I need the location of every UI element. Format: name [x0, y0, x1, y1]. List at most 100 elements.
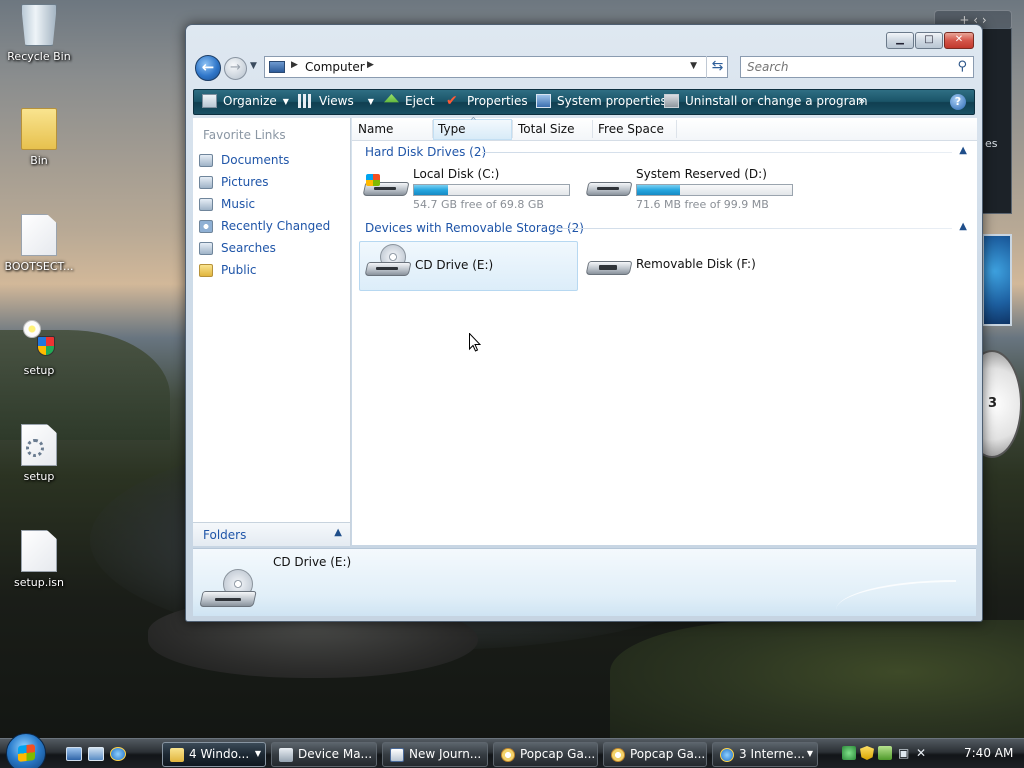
chevron-up-icon: ▲ — [334, 527, 342, 538]
desktop-icon-setup-exe[interactable]: setup — [1, 318, 77, 377]
desktop-icon-recycle-bin[interactable]: Recycle Bin — [1, 4, 77, 63]
uninstall-program-label: Uninstall or change a program — [685, 94, 868, 108]
internet-explorer-icon[interactable] — [110, 747, 126, 761]
eject-button[interactable]: Eject — [384, 94, 435, 108]
security-shield-icon[interactable] — [860, 746, 874, 760]
back-button[interactable]: ← — [195, 55, 221, 81]
folder-icon — [21, 108, 57, 150]
column-header-total-size[interactable]: Total Size — [518, 122, 574, 136]
explorer-window[interactable]: ▁ □ ✕ ← → ▼ ▶ Computer ▶ ▼ ⇆ ⚲ Organize ▼… — [185, 24, 983, 622]
taskbar-button-internet-explorer[interactable]: 3 Interne... ▼ — [712, 742, 818, 767]
clock-gadget-digit: 3 — [988, 396, 998, 411]
group-header-removable-storage[interactable]: Devices with Removable Storage (2) — [365, 221, 584, 235]
search-icon[interactable]: ⚲ — [957, 59, 967, 74]
desktop-icon-label: BOOTSECT... — [4, 260, 74, 273]
network-connection-icon[interactable]: ▣ — [898, 746, 912, 760]
forward-button[interactable]: → — [224, 57, 247, 80]
desktop-icon-setup-isn[interactable]: setup.isn — [1, 530, 77, 589]
views-icon — [298, 94, 313, 108]
help-icon[interactable]: ? — [950, 94, 966, 110]
taskbar: 4 Windo... ▼ Device Ma... New Journ... P… — [0, 733, 1024, 768]
back-arrow-icon: ← — [201, 58, 215, 76]
start-button[interactable] — [6, 733, 46, 768]
group-header-hard-disk-drives[interactable]: Hard Disk Drives (2) — [365, 145, 486, 159]
breadcrumb-chevron-icon[interactable]: ▶ — [367, 60, 374, 70]
checkmark-icon: ✔ — [446, 93, 458, 109]
desktop-icon-label: setup.isn — [13, 576, 65, 589]
column-header-type[interactable]: Type — [438, 122, 466, 136]
command-bar: Organize ▼ Views ▼ Eject ✔ Properties Syst… — [193, 89, 975, 115]
organize-button[interactable]: Organize ▼ — [202, 94, 289, 108]
show-desktop-icon[interactable] — [66, 747, 82, 761]
documents-icon — [199, 153, 213, 167]
nav-link-public[interactable]: Public — [199, 261, 257, 279]
taskbar-clock[interactable]: 7:40 AM — [964, 746, 1013, 760]
address-dropdown-icon[interactable]: ▼ — [690, 61, 697, 71]
system-properties-button[interactable]: System properties — [536, 94, 667, 108]
refresh-button[interactable]: ⇆ — [706, 56, 728, 78]
drive-usage-fill — [414, 185, 449, 195]
taskbar-button-label: 3 Interne... — [739, 747, 805, 761]
caption-buttons: ▁ □ ✕ — [885, 32, 974, 49]
windows-update-icon[interactable] — [878, 746, 892, 760]
properties-button[interactable]: ✔ Properties — [446, 94, 528, 108]
close-button[interactable]: ✕ — [944, 32, 974, 49]
collapse-group-icon[interactable]: ▲ — [959, 221, 967, 232]
column-header-free-space[interactable]: Free Space — [598, 122, 664, 136]
desktop-icon-setup-config[interactable]: setup — [1, 424, 77, 483]
nav-link-searches[interactable]: Searches — [199, 239, 276, 257]
forward-arrow-icon: → — [230, 60, 241, 75]
network-status-icon[interactable] — [842, 746, 856, 760]
taskbar-button-device-manager[interactable]: Device Ma... — [271, 742, 377, 767]
taskbar-button-journal[interactable]: New Journ... — [382, 742, 488, 767]
folders-toggle[interactable]: Folders ▲ — [193, 522, 351, 546]
uninstall-program-button[interactable]: Uninstall or change a program — [664, 94, 868, 108]
desktop-icon-bin-folder[interactable]: Bin — [1, 108, 77, 167]
search-box[interactable]: ⚲ — [740, 56, 974, 78]
taskbar-button-label: 4 Windo... — [189, 747, 250, 761]
views-button[interactable]: Views ▼ — [298, 94, 374, 108]
breadcrumb-computer[interactable]: Computer — [305, 60, 365, 74]
system-properties-icon — [536, 94, 551, 108]
hard-drive-icon — [362, 174, 410, 200]
drive-system-reserved-d[interactable]: System Reserved (D:) 71.6 MB free of 99.… — [581, 162, 797, 212]
organize-label: Organize — [223, 94, 277, 108]
details-decoration — [836, 580, 956, 610]
sort-caret-icon: ^ — [470, 116, 477, 125]
maximize-button[interactable]: □ — [915, 32, 943, 49]
desktop-icon-label: Recycle Bin — [7, 50, 71, 63]
taskbar-button-label: Device Ma... — [298, 747, 373, 761]
address-bar[interactable]: ▶ Computer ▶ ▼ — [264, 56, 728, 78]
chevron-down-icon: ▼ — [254, 749, 261, 758]
more-commands-button[interactable]: » — [858, 94, 865, 108]
sidebar-slideshow-gadget[interactable] — [982, 234, 1012, 326]
breadcrumb-chevron-icon[interactable]: ▶ — [291, 60, 298, 70]
file-icon — [21, 530, 57, 572]
column-header-name[interactable]: Name — [358, 122, 393, 136]
search-input[interactable] — [747, 58, 947, 76]
collapse-group-icon[interactable]: ▲ — [959, 145, 967, 156]
recycle-bin-icon — [21, 4, 57, 46]
switch-windows-icon[interactable] — [88, 747, 104, 761]
taskbar-button-popcap-games-2[interactable]: Popcap Ga... — [603, 742, 707, 767]
volume-muted-icon[interactable]: ✕ — [916, 746, 930, 760]
nav-link-music[interactable]: Music — [199, 195, 255, 213]
folder-icon — [199, 263, 213, 277]
drive-local-disk-c[interactable]: Local Disk (C:) 54.7 GB free of 69.8 GB — [358, 162, 574, 212]
drive-usage-fill — [637, 185, 681, 195]
setup-icon — [21, 318, 57, 360]
desktop-icon-bootsect[interactable]: BOOTSECT... — [1, 214, 77, 273]
nav-link-pictures[interactable]: Pictures — [199, 173, 269, 191]
nav-link-documents[interactable]: Documents — [199, 151, 289, 169]
drive-removable-disk-f[interactable]: Removable Disk (F:) — [581, 241, 797, 291]
taskbar-button-windows-explorer[interactable]: 4 Windo... ▼ — [162, 742, 266, 767]
taskbar-button-popcap-games-1[interactable]: Popcap Ga... — [493, 742, 598, 767]
drive-name: Removable Disk (F:) — [636, 257, 756, 271]
nav-link-recently-changed[interactable]: Recently Changed — [199, 217, 330, 235]
recent-pages-dropdown[interactable]: ▼ — [250, 61, 257, 71]
minimize-button[interactable]: ▁ — [886, 32, 914, 49]
sidebar-gadget-text: es — [985, 137, 998, 150]
column-header-row: ^ Name Type Total Size Free Space — [352, 116, 977, 141]
drive-cd-drive-e[interactable]: CD Drive (E:) — [359, 241, 578, 291]
system-tray: ▣ ✕ 7:40 AM — [836, 742, 1024, 767]
